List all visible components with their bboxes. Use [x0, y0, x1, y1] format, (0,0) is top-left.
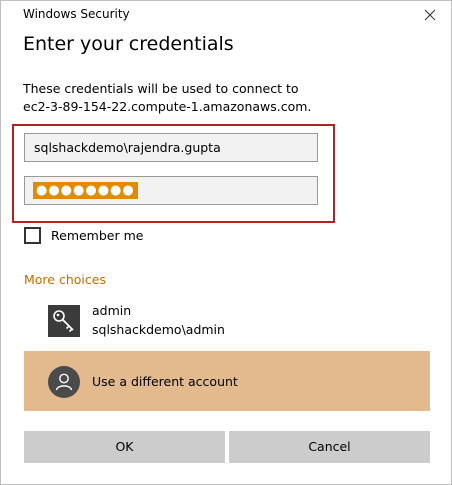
dialog-heading: Enter your credentials	[23, 33, 234, 55]
password-mask: ●●●●●●●●	[33, 181, 138, 199]
remember-me-checkbox-row[interactable]: Remember me	[24, 225, 143, 245]
close-icon	[424, 9, 436, 21]
title-bar: Windows Security	[1, 1, 451, 29]
description-line-1: These credentials will be used to connec…	[23, 81, 299, 96]
window-title: Windows Security	[23, 7, 130, 21]
user-avatar-icon	[55, 373, 73, 391]
more-choices-link[interactable]: More choices	[24, 272, 106, 287]
password-field[interactable]: ●●●●●●●●	[24, 176, 318, 205]
user-avatar	[48, 366, 80, 398]
windows-security-dialog: Windows Security Enter your credentials …	[0, 0, 452, 485]
remember-me-checkbox[interactable]	[24, 226, 41, 244]
close-button[interactable]	[417, 3, 443, 27]
use-different-account-label: Use a different account	[92, 374, 238, 389]
key-tile	[48, 305, 80, 337]
cancel-button[interactable]: Cancel	[229, 431, 430, 463]
account-domain-user: sqlshackdemo\admin	[92, 322, 225, 337]
dialog-description: These credentials will be used to connec…	[23, 80, 311, 116]
description-line-2: ec2-3-89-154-22.compute-1.amazonaws.com.	[23, 99, 312, 114]
use-different-account-option[interactable]: Use a different account	[24, 351, 430, 411]
ok-button[interactable]: OK	[24, 431, 225, 463]
remember-me-label: Remember me	[51, 227, 144, 243]
username-field[interactable]: sqlshackdemo\rajendra.gupta	[24, 133, 318, 162]
key-icon	[53, 310, 74, 333]
account-name: admin	[92, 303, 132, 318]
account-option-admin[interactable]: admin sqlshackdemo\admin	[24, 297, 430, 345]
